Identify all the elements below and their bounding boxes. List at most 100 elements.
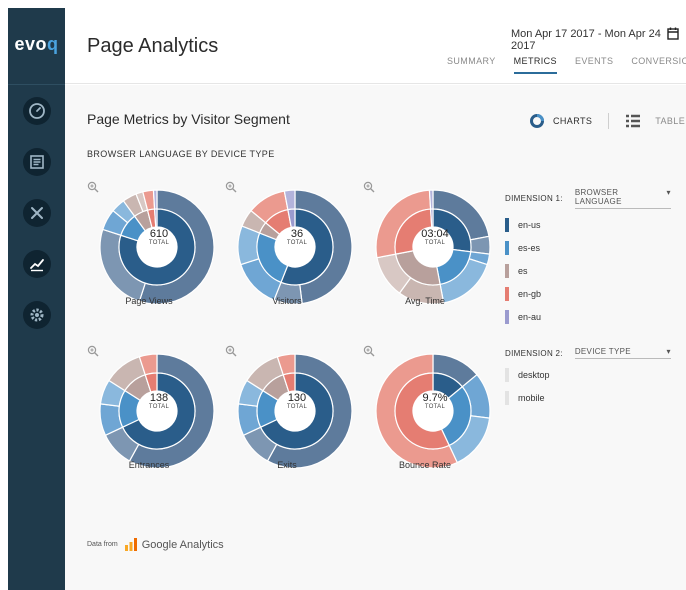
chart-total-label: TOTAL — [148, 240, 170, 246]
legend-swatch — [505, 310, 509, 324]
data-source-footer: Data from Google Analytics — [87, 538, 224, 551]
donut-chart[interactable] — [237, 353, 353, 469]
dimension2-select[interactable]: DEVICE TYPE ▾ — [574, 347, 671, 359]
sidebar-item-analytics[interactable] — [23, 250, 51, 278]
chart-center: 138 TOTAL — [129, 392, 189, 410]
zoom-icon[interactable] — [363, 345, 375, 357]
legend-item-en-gb[interactable]: en-gb — [505, 287, 671, 301]
legend-label: en-us — [518, 220, 541, 230]
dashboard-icon — [29, 103, 45, 119]
chart-total-value: 36 — [290, 228, 304, 240]
section-subtitle: BROWSER LANGUAGE BY DEVICE TYPE — [87, 149, 275, 159]
legend-label: es-es — [518, 243, 541, 253]
dimension2-label: DIMENSION 2: — [505, 348, 563, 358]
legend-label: en-gb — [518, 289, 542, 299]
charts-icon[interactable] — [529, 113, 545, 129]
analytics-icon — [30, 259, 44, 272]
donut-chart[interactable] — [99, 353, 215, 469]
dimension1-label: DIMENSION 1: — [505, 194, 563, 203]
sidebar-item-settings[interactable] — [23, 301, 51, 329]
google-analytics-logo — [124, 538, 137, 551]
chart-total-label: TOTAL — [286, 240, 308, 246]
chart-title: Entrances — [128, 460, 170, 470]
view-toggle: CHARTS TABLE — [529, 113, 685, 129]
legend-label: mobile — [518, 393, 545, 403]
legend-item-es-es[interactable]: es-es — [505, 241, 671, 255]
tab-events[interactable]: EVENTS — [575, 56, 613, 74]
chart-center: 9.7% TOTAL — [405, 392, 465, 410]
analytics-provider: Google Analytics — [141, 538, 224, 551]
chart-total-value: 9.7% — [422, 392, 448, 404]
dimension2-legend: DIMENSION 2: DEVICE TYPE ▾ desktop mobil… — [505, 347, 671, 405]
outer-slice-en-au-desktop[interactable] — [428, 189, 434, 210]
donut-chart[interactable] — [237, 189, 353, 305]
dimension1-value: BROWSER LANGUAGE — [574, 188, 622, 206]
legend-swatch — [505, 241, 509, 255]
zoom-icon[interactable] — [363, 181, 375, 193]
chart-total-label: TOTAL — [424, 404, 446, 410]
zoom-icon[interactable] — [87, 345, 99, 357]
chart-total-value: 130 — [287, 392, 307, 404]
legend-item-en-au[interactable]: en-au — [505, 310, 671, 324]
chart-total-label: TOTAL — [286, 404, 308, 410]
legend-label: en-au — [518, 312, 542, 322]
zoom-icon[interactable] — [87, 181, 99, 193]
sidebar-item-tools[interactable] — [23, 199, 51, 227]
chart-total-value: 138 — [149, 392, 169, 404]
charts-button[interactable]: CHARTS — [553, 116, 592, 126]
tab-metrics[interactable]: METRICS — [513, 56, 557, 74]
table-button[interactable]: TABLE — [655, 116, 685, 126]
zoom-icon[interactable] — [225, 345, 237, 357]
tools-icon — [31, 207, 43, 219]
chart-center: 36 TOTAL — [267, 228, 327, 246]
date-range[interactable]: Mon Apr 17 2017 - Mon Apr 24 2017 — [511, 28, 686, 52]
chart-total-label: TOTAL — [148, 404, 170, 410]
metrics-tabs: SUMMARY METRICS EVENTS CONVERSIONS — [447, 56, 686, 74]
sidebar-divider — [8, 84, 65, 85]
zoom-icon[interactable] — [225, 181, 237, 193]
legend-swatch — [505, 368, 509, 382]
chart-total-value: 03:04 — [421, 228, 449, 240]
tab-conversions[interactable]: CONVERSIONS — [631, 56, 686, 74]
evoq-logo[interactable]: evoq — [8, 34, 65, 55]
calendar-icon[interactable] — [667, 27, 679, 40]
logo-text: evo — [14, 34, 48, 54]
table-icon[interactable] — [625, 113, 641, 129]
page-header: Page Analytics Mon Apr 17 2017 - Mon Apr… — [65, 8, 686, 84]
chart-center: 130 TOTAL — [267, 392, 327, 410]
donut-chart[interactable] — [375, 353, 491, 469]
sidebar: evoq — [8, 8, 65, 590]
dimension2-header: DIMENSION 2: DEVICE TYPE ▾ — [505, 347, 671, 359]
metrics-panel: Page Metrics by Visitor Segment BROWSER … — [65, 85, 686, 590]
legend-item-en-us[interactable]: en-us — [505, 218, 671, 232]
chart-total-label: TOTAL — [424, 240, 446, 246]
legend-item-desktop[interactable]: desktop — [505, 368, 671, 382]
dimension1-header: DIMENSION 1: BROWSER LANGUAGE ▾ — [505, 188, 671, 209]
dimension1-legend: DIMENSION 1: BROWSER LANGUAGE ▾ en-us es… — [505, 188, 671, 324]
chevron-down-icon: ▾ — [666, 347, 671, 356]
chart-total-value: 610 — [149, 228, 169, 240]
dimension1-select[interactable]: BROWSER LANGUAGE ▾ — [574, 188, 671, 209]
donut-chart[interactable] — [99, 189, 215, 305]
sidebar-item-dashboard[interactable] — [23, 97, 51, 125]
section-title: Page Metrics by Visitor Segment — [87, 111, 290, 127]
chart-title: Avg. Time — [405, 296, 445, 306]
outer-slice-en-au-desktop[interactable] — [152, 189, 158, 210]
legend-swatch — [505, 264, 509, 278]
chart-title: Bounce Rate — [398, 460, 452, 470]
content-icon — [30, 155, 44, 169]
chart-center: 610 TOTAL — [129, 228, 189, 246]
toggle-divider — [608, 113, 610, 129]
chevron-down-icon: ▾ — [666, 188, 671, 197]
outer-slice-en-us-mobile[interactable] — [469, 235, 491, 255]
legend-item-es[interactable]: es — [505, 264, 671, 278]
chart-title: Exits — [277, 460, 297, 470]
legend-label: es — [518, 266, 528, 276]
chart-center: 03:04 TOTAL — [405, 228, 465, 246]
legend-swatch — [505, 391, 509, 405]
data-from-label: Data from — [87, 541, 118, 548]
tab-summary[interactable]: SUMMARY — [447, 56, 496, 74]
sidebar-item-content[interactable] — [23, 148, 51, 176]
legend-item-mobile[interactable]: mobile — [505, 391, 671, 405]
donut-chart[interactable] — [375, 189, 491, 305]
